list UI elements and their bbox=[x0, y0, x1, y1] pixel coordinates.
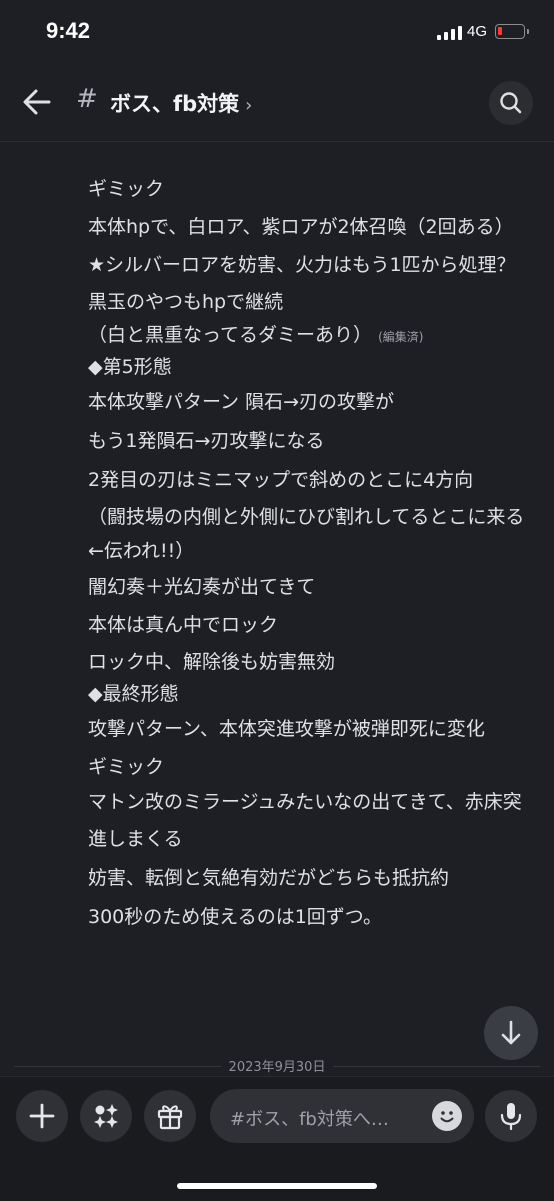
message-input-placeholder: #ボス、fb対策へ… bbox=[230, 1109, 389, 1130]
battery-icon bbox=[495, 24, 529, 39]
search-button[interactable] bbox=[489, 81, 533, 125]
message-text: （白と黒重なってるダミーあり） bbox=[88, 324, 373, 346]
edited-label: (編集済) bbox=[378, 330, 424, 344]
message-line: 本体は真ん中でロック bbox=[88, 614, 279, 636]
message-line: （闘技場の内側と外側にひび割れしてるとこに来る←伝われ!!） bbox=[88, 506, 525, 562]
channel-name: ボス、fb対策 bbox=[110, 92, 240, 116]
message-line: 妨害、転倒と気絶有効だがどちらも抵抗約 bbox=[88, 867, 450, 889]
date-divider-label: 2023年9月30日 bbox=[220, 1060, 334, 1075]
message-line: 攻撃パターン、本体突進攻撃が被弾即死に変化 bbox=[88, 718, 485, 740]
voice-message-button[interactable] bbox=[485, 1090, 537, 1142]
network-type: 4G bbox=[467, 23, 488, 40]
channel-title[interactable]: ボス、fb対策 › bbox=[110, 88, 252, 118]
message-line: 本体攻撃パターン 隕石→刃の攻撃が bbox=[88, 391, 395, 413]
emoji-icon bbox=[440, 1111, 454, 1123]
search-icon bbox=[500, 92, 522, 114]
apps-sparkle-icon bbox=[94, 1104, 118, 1128]
message-line: ギミック bbox=[88, 178, 165, 200]
cellular-signal-icon bbox=[437, 24, 462, 40]
message-line: ★シルバーロアを妨害、火力はもう1匹から処理？ bbox=[88, 254, 516, 276]
microphone-icon bbox=[500, 1103, 522, 1131]
back-button[interactable] bbox=[22, 88, 52, 116]
chevron-right-icon: › bbox=[245, 95, 253, 116]
plus-icon bbox=[29, 1103, 55, 1129]
gift-button[interactable] bbox=[144, 1090, 196, 1142]
message-line: もう1発隕石→刃攻撃になる bbox=[88, 430, 325, 452]
message-line-edited: （白と黒重なってるダミーあり） (編集済) bbox=[88, 320, 538, 352]
date-divider: 2023年9月30日 bbox=[0, 1056, 554, 1075]
message-line: ギミック bbox=[88, 756, 165, 778]
channel-header: # ボス、fb対策 › bbox=[0, 64, 554, 142]
status-bar: 9:42 4G bbox=[0, 0, 554, 64]
status-time: 9:42 bbox=[46, 18, 91, 43]
jump-to-bottom-button[interactable] bbox=[484, 1006, 538, 1060]
message-line: 闇幻奏＋光幻奏が出てきて bbox=[88, 576, 316, 598]
gift-icon bbox=[157, 1105, 183, 1130]
message-line: ◆最終形態 bbox=[88, 683, 179, 705]
message-content: ギミック 本体hpで、白ロア、紫ロアが2体召喚（2回ある） ★シルバーロアを妨害… bbox=[88, 170, 538, 936]
message-line: 2発目の刃はミニマップで斜めのとこに4方向 bbox=[88, 469, 474, 491]
message-line: 300秒のため使えるのは1回ずつ。 bbox=[88, 906, 383, 928]
message-line: ロック中、解除後も妨害無効 bbox=[88, 651, 336, 673]
message-line: 黒玉のやつもhpで継続 bbox=[88, 291, 284, 313]
apps-button[interactable] bbox=[80, 1090, 132, 1142]
message-line: ◆第5形態 bbox=[88, 356, 172, 378]
message-line: マトン改のミラージュみたいなの出てきて、赤床突進しまくる bbox=[88, 791, 522, 850]
message-input[interactable]: #ボス、fb対策へ… bbox=[210, 1089, 474, 1143]
arrow-left-icon bbox=[23, 89, 51, 115]
message-line: 本体hpで、白ロア、紫ロアが2体召喚（2回ある） bbox=[88, 216, 514, 238]
add-button[interactable] bbox=[16, 1090, 68, 1142]
emoji-button[interactable] bbox=[432, 1101, 462, 1131]
home-indicator[interactable] bbox=[177, 1183, 377, 1189]
hash-icon: # bbox=[76, 84, 98, 114]
arrow-down-icon bbox=[501, 1020, 521, 1045]
